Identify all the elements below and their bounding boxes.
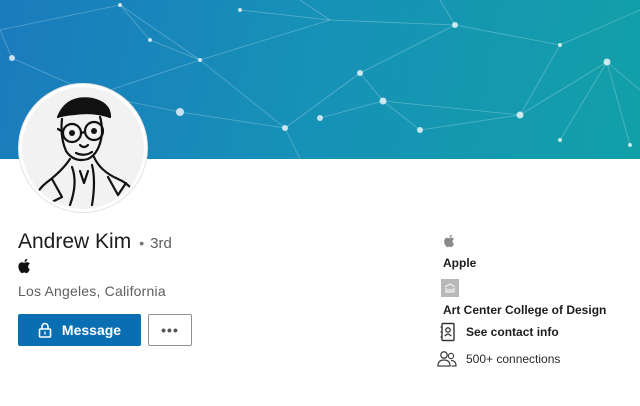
contact-info-label: See contact info bbox=[466, 325, 559, 339]
connections-count: 500+ connections bbox=[466, 352, 561, 366]
contact-info-link[interactable]: See contact info bbox=[439, 322, 559, 342]
school-logo-icon bbox=[441, 279, 459, 297]
apple-logo-icon bbox=[18, 258, 30, 274]
people-icon bbox=[437, 351, 457, 367]
separator-dot: • bbox=[139, 235, 145, 251]
more-actions-button[interactable]: ••• bbox=[148, 314, 192, 346]
profile-photo[interactable] bbox=[19, 84, 147, 212]
profile-name: Andrew Kim bbox=[18, 230, 132, 253]
avatar-illustration bbox=[30, 97, 140, 207]
message-button-label: Message bbox=[61, 322, 122, 338]
connections-row[interactable]: 500+ connections bbox=[437, 350, 560, 368]
profile-location: Los Angeles, California bbox=[18, 283, 166, 299]
address-book-icon bbox=[440, 322, 455, 342]
name-row: Andrew Kim • 3rd bbox=[18, 230, 172, 254]
more-horizontal-icon: ••• bbox=[161, 322, 179, 338]
current-company-link[interactable]: Apple bbox=[443, 256, 476, 270]
apple-logo-icon bbox=[444, 234, 454, 248]
lock-icon bbox=[38, 322, 52, 338]
school-link[interactable]: Art Center College of Design bbox=[443, 303, 606, 317]
message-button[interactable]: Message bbox=[18, 314, 141, 346]
connection-degree: 3rd bbox=[150, 235, 172, 252]
